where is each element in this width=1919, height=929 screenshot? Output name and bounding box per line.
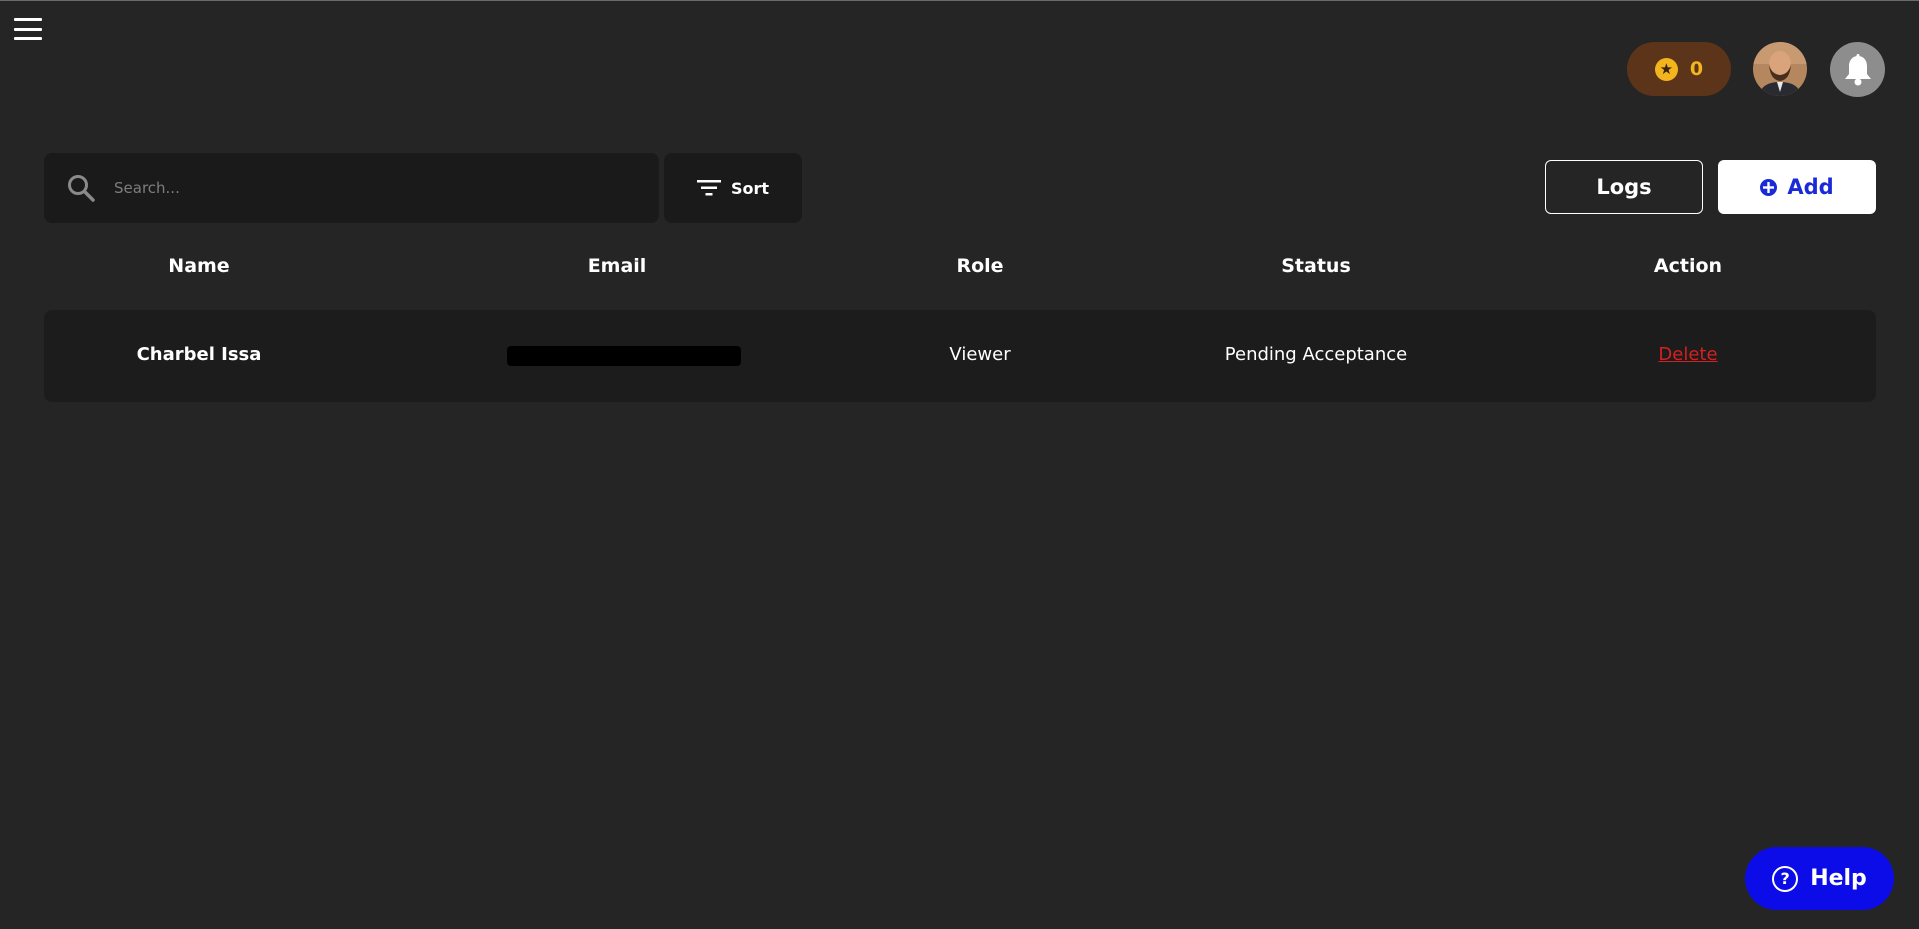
add-label: Add xyxy=(1787,175,1834,199)
hamburger-menu-icon[interactable] xyxy=(14,18,42,40)
table-row: Charbel Issa Viewer Pending Acceptance D… xyxy=(44,310,1876,402)
logs-button[interactable]: Logs xyxy=(1545,160,1703,214)
search-bar xyxy=(44,153,659,223)
sort-label: Sort xyxy=(730,178,770,198)
cell-role: Viewer xyxy=(949,344,1011,365)
filter-sort-icon xyxy=(696,180,721,196)
plus-circle-icon xyxy=(1760,178,1778,196)
column-header-action: Action xyxy=(1653,255,1723,277)
redacted-email xyxy=(507,346,741,366)
cell-status: Pending Acceptance xyxy=(1224,344,1408,365)
column-header-role: Role xyxy=(956,255,1004,277)
notifications-bell-icon[interactable] xyxy=(1830,42,1885,97)
help-label: Help xyxy=(1810,866,1867,891)
add-button[interactable]: Add xyxy=(1718,160,1876,214)
top-border xyxy=(0,0,1919,1)
coins-badge[interactable]: ★ 0 xyxy=(1627,42,1731,96)
cell-name: Charbel Issa xyxy=(136,344,262,365)
column-header-status: Status xyxy=(1281,255,1351,277)
delete-link[interactable]: Delete xyxy=(1658,344,1717,365)
help-button[interactable]: ? Help xyxy=(1745,847,1894,910)
table-header: Name Email Role Status Action xyxy=(44,255,1876,287)
sort-button[interactable]: Sort xyxy=(664,153,802,223)
column-header-name: Name xyxy=(168,255,230,277)
question-circle-icon: ? xyxy=(1772,865,1799,892)
star-coin-icon: ★ xyxy=(1654,57,1678,81)
search-icon xyxy=(68,175,95,202)
search-input[interactable] xyxy=(112,178,636,198)
column-header-email: Email xyxy=(587,255,647,277)
coins-count: 0 xyxy=(1689,58,1704,80)
avatar[interactable] xyxy=(1753,42,1807,96)
